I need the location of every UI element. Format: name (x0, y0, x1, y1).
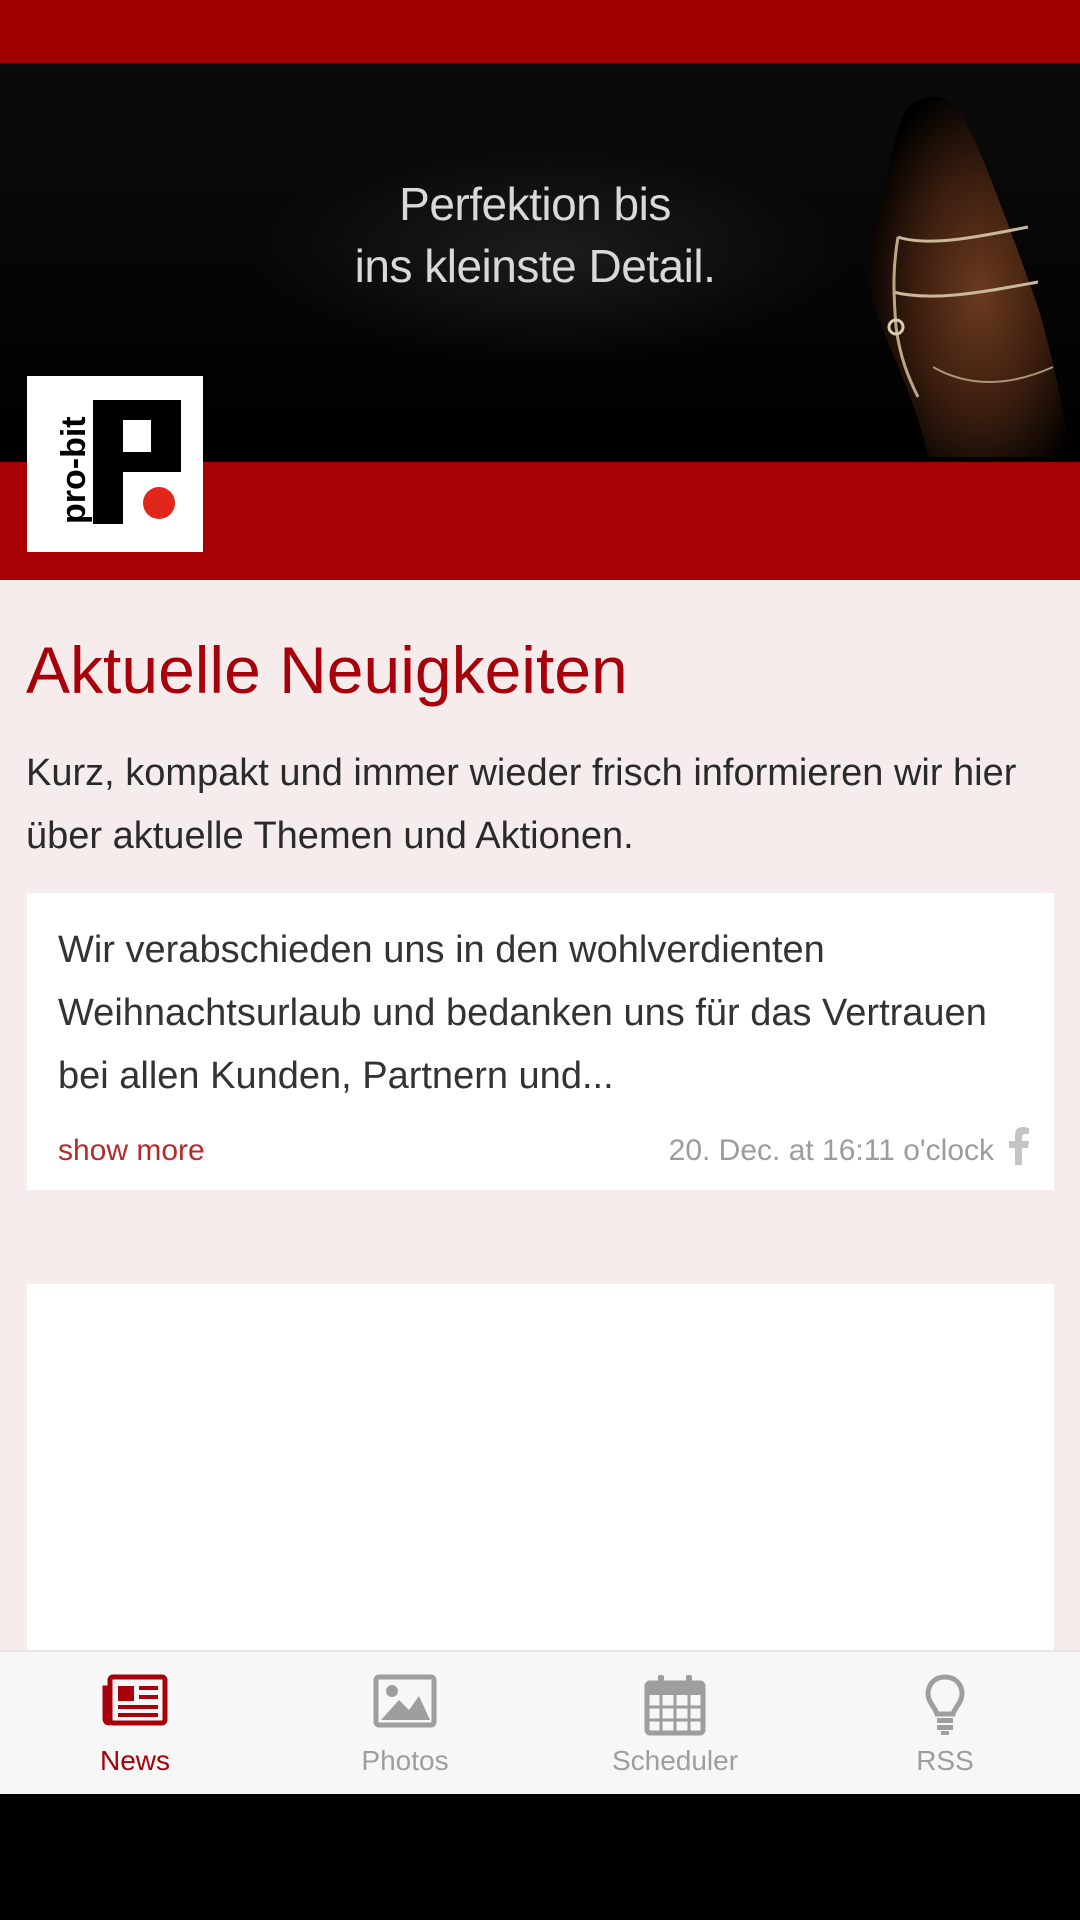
nav-item-news[interactable]: News (0, 1652, 270, 1796)
nav-label-rss: RSS (916, 1745, 974, 1776)
horse-image (868, 96, 1070, 457)
lightbulb-icon (925, 1674, 965, 1735)
page-title: Aktuelle Neuigkeiten (26, 633, 628, 707)
nav-item-photos[interactable]: Photos (270, 1652, 540, 1796)
news-date: 20. Dec. at 16:11 o'clock (668, 1134, 994, 1167)
banner-tagline-line1: Perfektion bis (399, 178, 671, 230)
nav-label-photos: Photos (361, 1745, 449, 1776)
nav-item-scheduler[interactable]: Scheduler (540, 1652, 810, 1796)
facebook-icon[interactable] (1008, 1127, 1030, 1165)
news-card-placeholder (27, 1284, 1054, 1664)
page-intro: Kurz, kompakt und immer wieder frisch in… (26, 752, 1017, 857)
logo-text: pro-bit (55, 416, 93, 524)
nav-item-rss[interactable]: RSS (810, 1652, 1080, 1796)
nav-label-scheduler: Scheduler (611, 1745, 739, 1776)
news-text: Wir verabschieden uns in den wohlverdien… (58, 929, 987, 1097)
show-more-link[interactable]: show more (58, 1133, 205, 1169)
system-navigation-bar (0, 1794, 1080, 1920)
content-area: Aktuelle Neuigkeiten Kurz, kompakt und i… (0, 580, 1080, 1664)
news-card[interactable]: Wir verabschieden uns in den wohlverdien… (27, 893, 1054, 1190)
newspaper-icon (102, 1674, 168, 1726)
banner-tagline: Perfektion bis ins kleinste Detail. (290, 173, 780, 297)
bottom-nav: News Photos Scheduler RSS (0, 1650, 1080, 1796)
logo-mark: pro-bit (55, 400, 181, 524)
nav-label-news: News (99, 1745, 170, 1776)
app-logo: pro-bit (27, 376, 203, 552)
banner-tagline-line2: ins kleinste Detail. (354, 240, 716, 292)
calendar-icon (644, 1675, 706, 1736)
image-icon (373, 1674, 437, 1728)
status-bar (0, 0, 1080, 63)
